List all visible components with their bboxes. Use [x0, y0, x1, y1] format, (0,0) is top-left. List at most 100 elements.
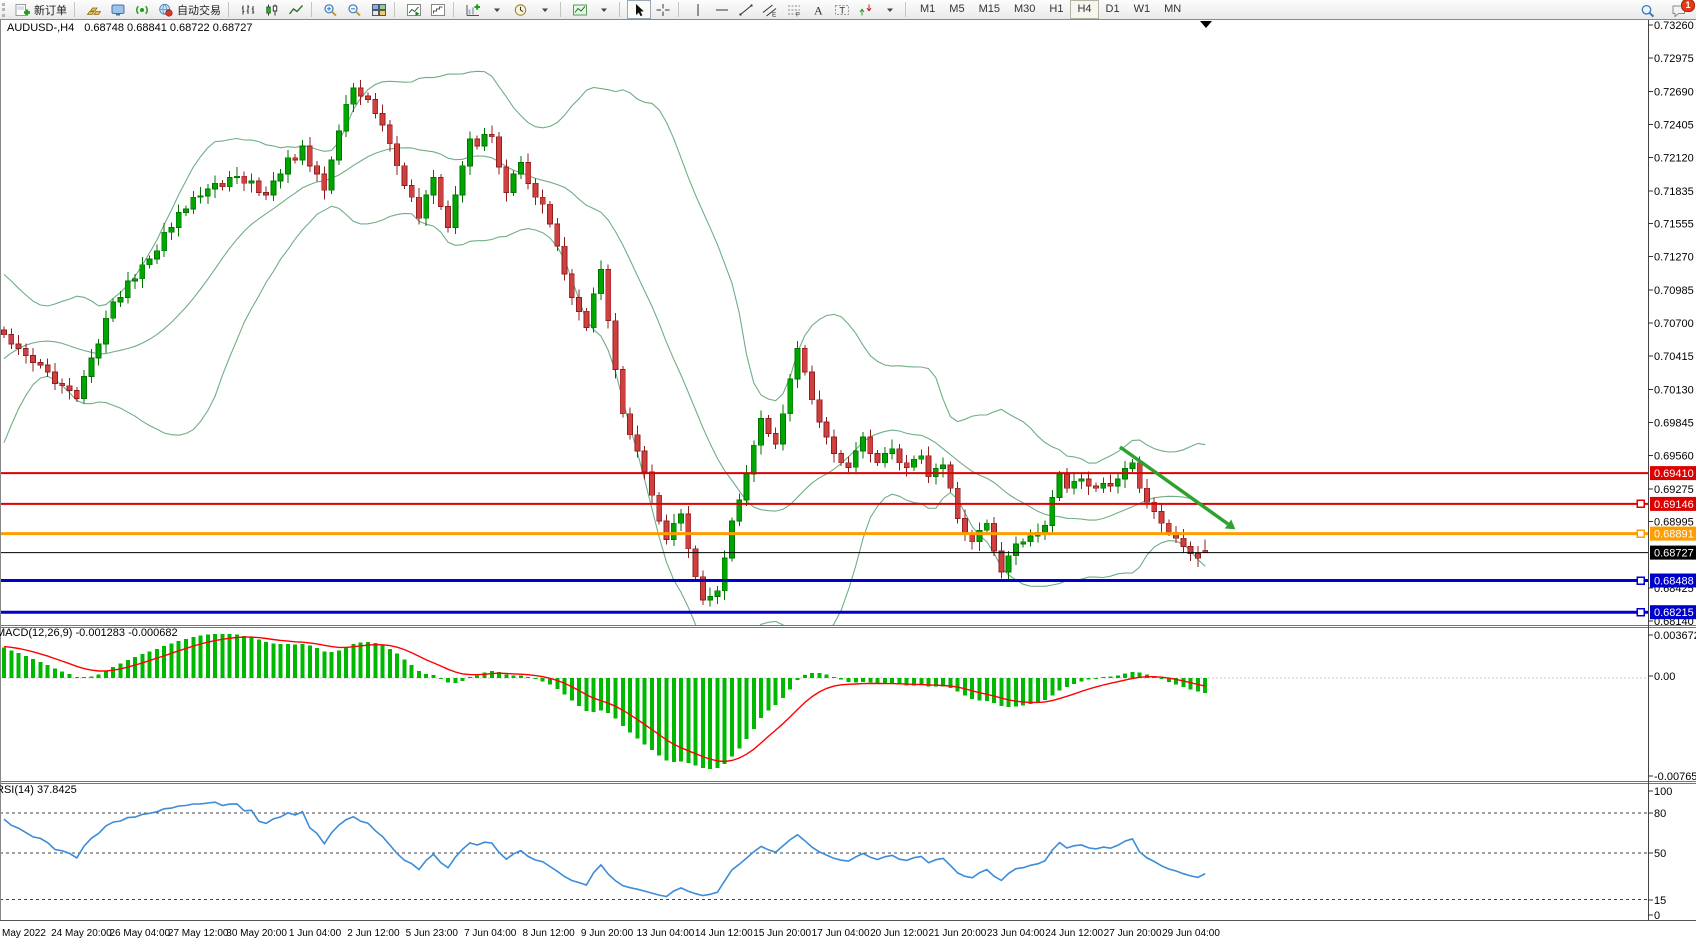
- timeframe-h1[interactable]: H1: [1042, 0, 1070, 19]
- rsi-indicator-label: RSI(14) 37.8425: [0, 784, 77, 796]
- timeframe-h4[interactable]: H4: [1070, 0, 1098, 19]
- time-tick-label: May 2022: [2, 928, 46, 939]
- globe-icon: [158, 3, 174, 17]
- step-forward-button[interactable]: [426, 0, 450, 19]
- indicator-axis-label: 0.003672: [1654, 630, 1696, 642]
- caret-down-icon: [537, 3, 553, 17]
- hline-icon: [714, 3, 730, 17]
- svg-text:T: T: [840, 5, 846, 15]
- indicators-caret[interactable]: [592, 0, 616, 19]
- time-tick-label: 23 Jun 04:00: [987, 928, 1045, 939]
- toolbar-separator: [560, 2, 565, 17]
- chart-title: AUDUSD-,H40.68748 0.68841 0.68722 0.6872…: [7, 22, 252, 34]
- time-tick-label: 5 Jun 23:00: [406, 928, 459, 939]
- indicator-axes[interactable]: 0.0036720.00-0.0076561008050150: [1648, 630, 1696, 922]
- autotrading-button[interactable]: 自动交易: [154, 0, 225, 19]
- bollinger-lower-band[interactable]: [4, 206, 1205, 678]
- candle-chart-button[interactable]: [260, 0, 284, 19]
- market-watch-button[interactable]: [106, 0, 130, 19]
- text-button[interactable]: A: [806, 0, 830, 19]
- price-tick-label: 0.72975: [1654, 53, 1694, 65]
- deposit-button[interactable]: [82, 0, 106, 19]
- svg-text:F: F: [796, 11, 800, 17]
- cursor-button[interactable]: [627, 0, 651, 19]
- price-box-0.68215[interactable]: 0.68215: [1650, 605, 1696, 619]
- arrows-caret[interactable]: [878, 0, 902, 19]
- chart-shift-marker[interactable]: [1200, 21, 1212, 28]
- current-price-box[interactable]: 0.68727: [1650, 546, 1696, 560]
- toolbar-separator: [311, 2, 316, 17]
- toolbar-separator: [74, 2, 79, 17]
- notifications-button[interactable]: 1: [1667, 1, 1691, 20]
- zoom-in-button[interactable]: [319, 0, 343, 19]
- time-tick-label: 20 Jun 12:00: [870, 928, 928, 939]
- svg-text:0.69410: 0.69410: [1654, 468, 1694, 480]
- time-tick-label: 7 Jun 04:00: [464, 928, 517, 939]
- timeframe-w1[interactable]: W1: [1127, 0, 1158, 19]
- horizontal-line-button[interactable]: [710, 0, 734, 19]
- signals-button[interactable]: [130, 0, 154, 19]
- timeframe-d1[interactable]: D1: [1099, 0, 1127, 19]
- svg-text:A: A: [814, 3, 823, 17]
- bars-icon: [240, 3, 256, 17]
- monitor-icon: [110, 3, 126, 17]
- new-chart-icon: [465, 3, 481, 17]
- new-chart-button[interactable]: [461, 0, 485, 19]
- strategy-tester-button[interactable]: [402, 0, 426, 19]
- timeframe-mn[interactable]: MN: [1157, 0, 1188, 19]
- autotrading-button-label: 自动交易: [177, 2, 221, 18]
- vline-icon: [690, 3, 706, 17]
- time-tick-label: 24 Jun 12:00: [1045, 928, 1103, 939]
- line-chart-button[interactable]: [284, 0, 308, 19]
- new-order-button[interactable]: 新订单: [11, 0, 71, 19]
- time-tick-label: 14 Jun 12:00: [695, 928, 753, 939]
- indicator-axis-label: 50: [1654, 848, 1666, 860]
- time-tick-label: 26 May 04:00: [109, 928, 170, 939]
- chart-canvas[interactable]: 0.732600.729750.726900.724050.721200.718…: [0, 0, 1696, 942]
- fibo-icon: F: [786, 3, 802, 17]
- channel-button[interactable]: E: [758, 0, 782, 19]
- bar-chart-button[interactable]: [236, 0, 260, 19]
- new-chart-caret[interactable]: [485, 0, 509, 19]
- fibonacci-button[interactable]: F: [782, 0, 806, 19]
- price-tick-label: 0.70985: [1654, 285, 1694, 297]
- price-axis[interactable]: 0.732600.729750.726900.724050.721200.718…: [1637, 20, 1696, 628]
- price-box-0.69410[interactable]: 0.69410: [1650, 466, 1696, 480]
- price-tick-label: 0.70700: [1654, 318, 1694, 330]
- line-drag-handle[interactable]: [1637, 577, 1644, 584]
- price-tick-label: 0.72690: [1654, 86, 1694, 98]
- line-drag-handle[interactable]: [1637, 609, 1644, 616]
- toolbar-separator: [453, 2, 458, 17]
- line-drag-handle[interactable]: [1637, 500, 1644, 507]
- price-tick-label: 0.71835: [1654, 186, 1694, 198]
- tile-windows-button[interactable]: [367, 0, 391, 19]
- cursor-icon: [631, 3, 647, 17]
- zoom-out-button[interactable]: [343, 0, 367, 19]
- search-button[interactable]: [1636, 1, 1660, 20]
- price-box-0.68488[interactable]: 0.68488: [1650, 574, 1696, 588]
- trendline-button[interactable]: [734, 0, 758, 19]
- bollinger-upper-band[interactable]: [4, 71, 1205, 463]
- price-tick-label: 0.69560: [1654, 451, 1694, 463]
- indicators-button[interactable]: [568, 0, 592, 19]
- price-box-0.69146[interactable]: 0.69146: [1650, 497, 1696, 511]
- timeframe-m30[interactable]: M30: [1007, 0, 1042, 19]
- timeframe-m5[interactable]: M5: [942, 0, 971, 19]
- indicator-axis-label: 15: [1654, 895, 1666, 907]
- bollinger-middle-band[interactable]: [4, 148, 1205, 520]
- svg-text:0.68215: 0.68215: [1654, 607, 1694, 619]
- rsi-line[interactable]: [4, 802, 1205, 896]
- caret-down-icon: [489, 3, 505, 17]
- timeframe-m1[interactable]: M1: [913, 0, 942, 19]
- vertical-line-button[interactable]: [686, 0, 710, 19]
- svg-text:0.68891: 0.68891: [1654, 529, 1694, 541]
- text-label-button[interactable]: T: [830, 0, 854, 19]
- arrows-button[interactable]: [854, 0, 878, 19]
- history-center-button[interactable]: [509, 0, 533, 19]
- history-caret[interactable]: [533, 0, 557, 19]
- price-box-0.68891[interactable]: 0.68891: [1650, 527, 1696, 541]
- line-drag-handle[interactable]: [1637, 530, 1644, 537]
- timeframe-m15[interactable]: M15: [972, 0, 1007, 19]
- crosshair-button[interactable]: [651, 0, 675, 19]
- time-axis[interactable]: May 202224 May 20:0026 May 04:0027 May 1…: [2, 928, 1220, 939]
